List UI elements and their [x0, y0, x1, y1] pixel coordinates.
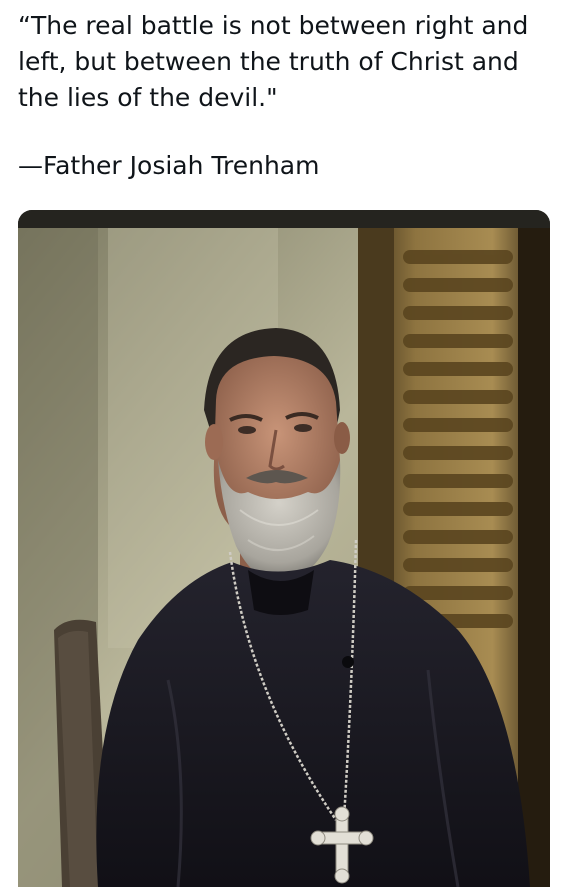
attribution-text: —Father Josiah Trenham [18, 151, 320, 180]
quote-text: “The real battle is not between right an… [18, 11, 529, 112]
post-photo[interactable] [18, 210, 550, 887]
lapel-microphone [342, 656, 354, 668]
tweet-post: “The real battle is not between right an… [0, 0, 568, 887]
portrait-photo-icon [18, 210, 550, 887]
